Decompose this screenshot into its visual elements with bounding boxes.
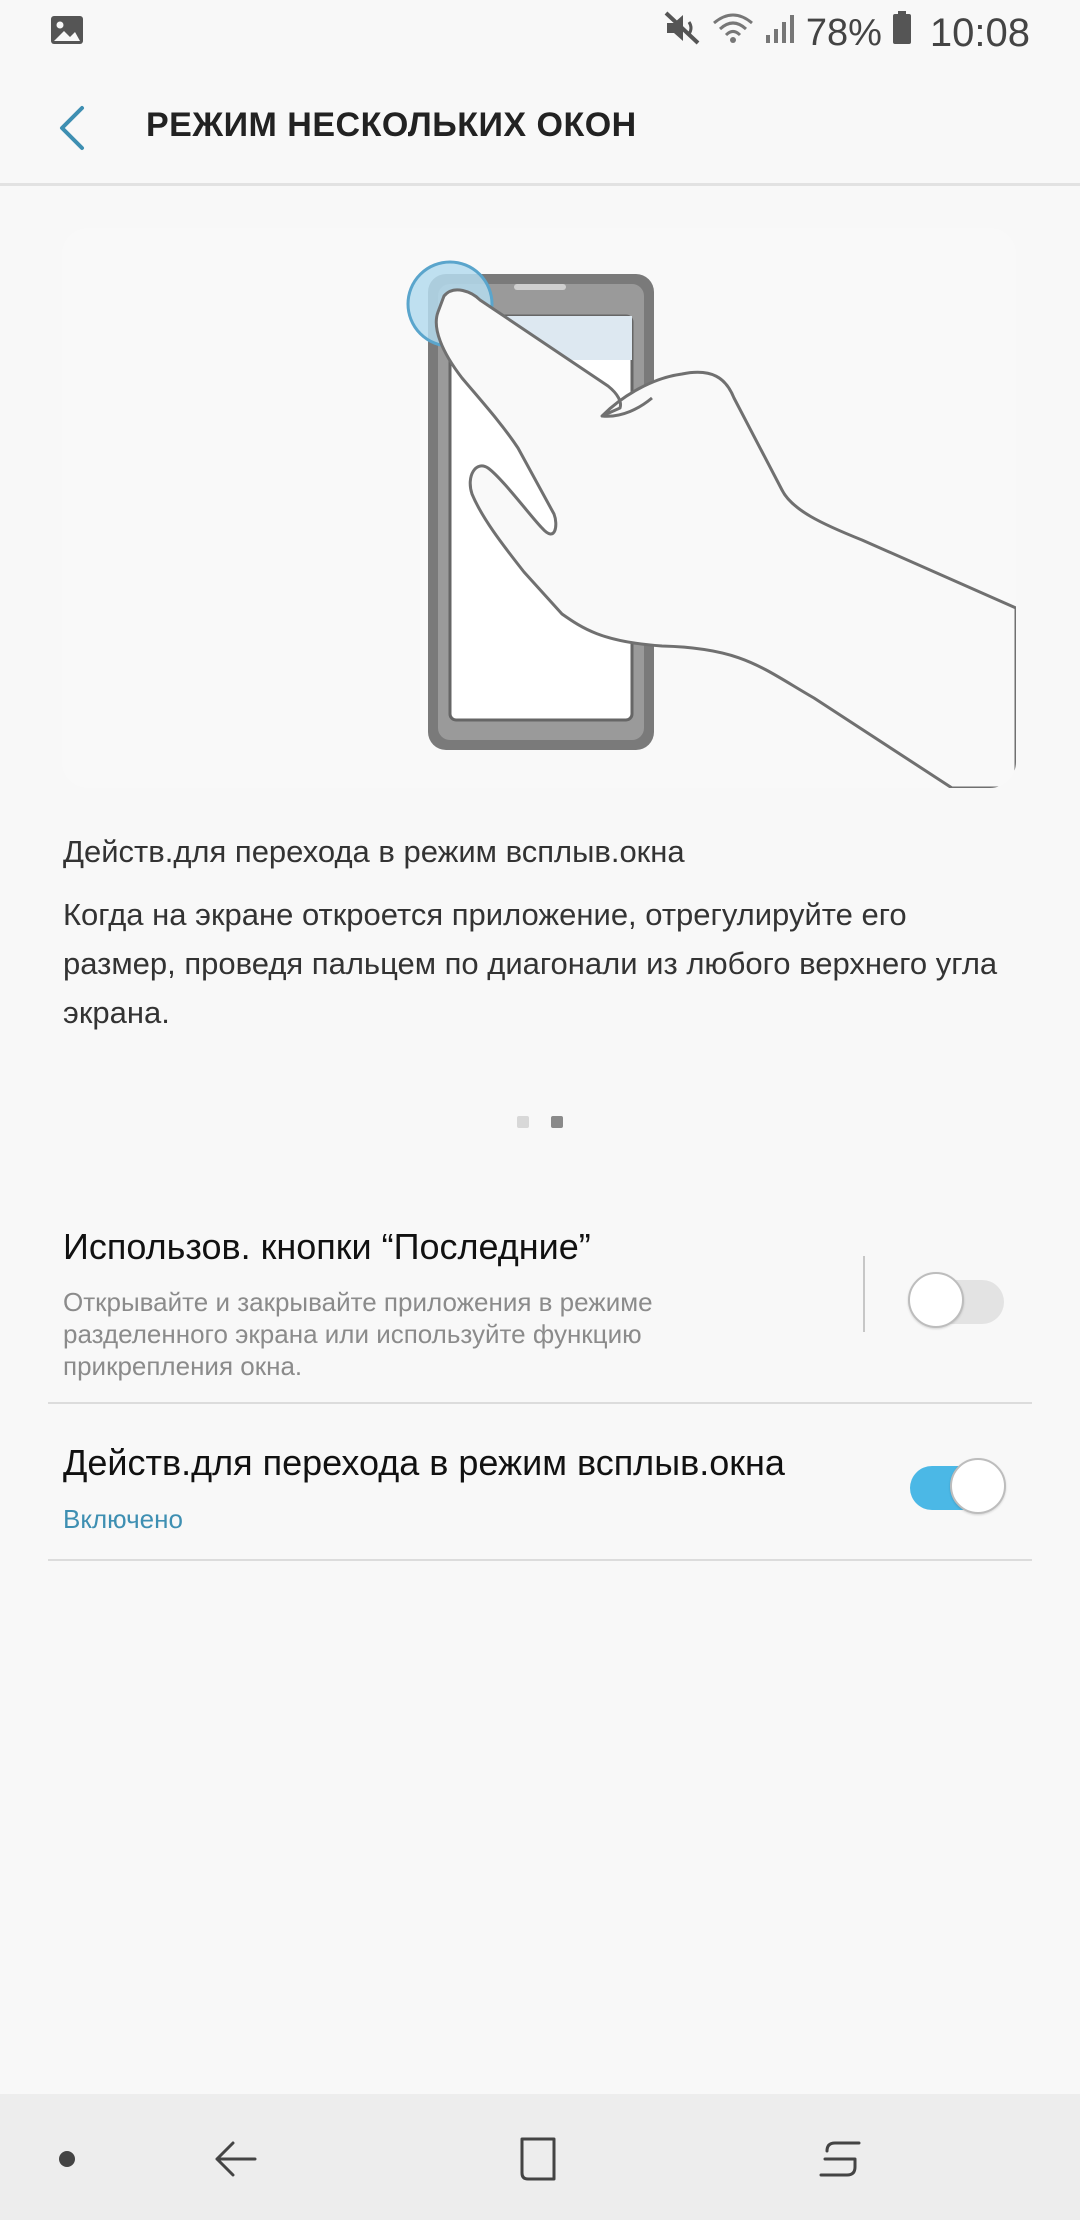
home-icon (520, 2137, 556, 2181)
setting-recents-button[interactable]: Использов. кнопки “Последние” Открывайте… (48, 1190, 1032, 1404)
switch-knob (950, 1458, 1006, 1514)
setting-summary: Открывайте и закрывайте приложения в реж… (63, 1287, 653, 1381)
dot-icon (59, 2151, 75, 2167)
setting-title: Использов. кнопки “Последние” (63, 1226, 591, 1267)
nav-back-button[interactable] (200, 2124, 270, 2194)
popup-gesture-toggle[interactable] (908, 1456, 1006, 1514)
mute-icon (664, 11, 702, 55)
clock: 10:08 (929, 10, 1030, 55)
divider (863, 1256, 865, 1332)
back-button[interactable] (40, 96, 104, 160)
tutorial-description: Когда на экране откроется приложение, от… (63, 897, 998, 1030)
nav-recents-button[interactable] (806, 2124, 876, 2194)
page-dot-active[interactable] (551, 1116, 563, 1128)
nav-home-button[interactable] (503, 2124, 573, 2194)
setting-popup-gesture[interactable]: Действ.для перехода в режим всплыв.окна … (48, 1404, 1032, 1561)
page-title: РЕЖИМ НЕСКОЛЬКИХ ОКОН (146, 106, 637, 144)
recents-icon (819, 2141, 861, 2177)
page-dot[interactable] (517, 1116, 529, 1128)
dot-button[interactable] (32, 2124, 102, 2194)
setting-title: Действ.для перехода в режим всплыв.окна (63, 1442, 785, 1483)
back-arrow-icon (60, 106, 84, 150)
battery-icon (892, 11, 912, 55)
back-icon (215, 2141, 257, 2177)
wifi-icon (712, 11, 754, 55)
navigation-bar (0, 2094, 1080, 2220)
image-notification-icon (50, 12, 84, 55)
page-indicator (0, 1116, 1080, 1128)
app-bar: РЕЖИМ НЕСКОЛЬКИХ ОКОН (0, 66, 1080, 186)
switch-knob (908, 1272, 964, 1328)
recents-button-toggle[interactable] (908, 1270, 1006, 1328)
setting-status: Включено (63, 1504, 183, 1534)
status-bar: 78% 10:08 (0, 0, 1080, 66)
tutorial-title: Действ.для перехода в режим всплыв.окна (63, 834, 685, 869)
signal-icon (764, 12, 796, 55)
tutorial-illustration (62, 228, 1016, 788)
battery-level: 78% (805, 11, 882, 54)
